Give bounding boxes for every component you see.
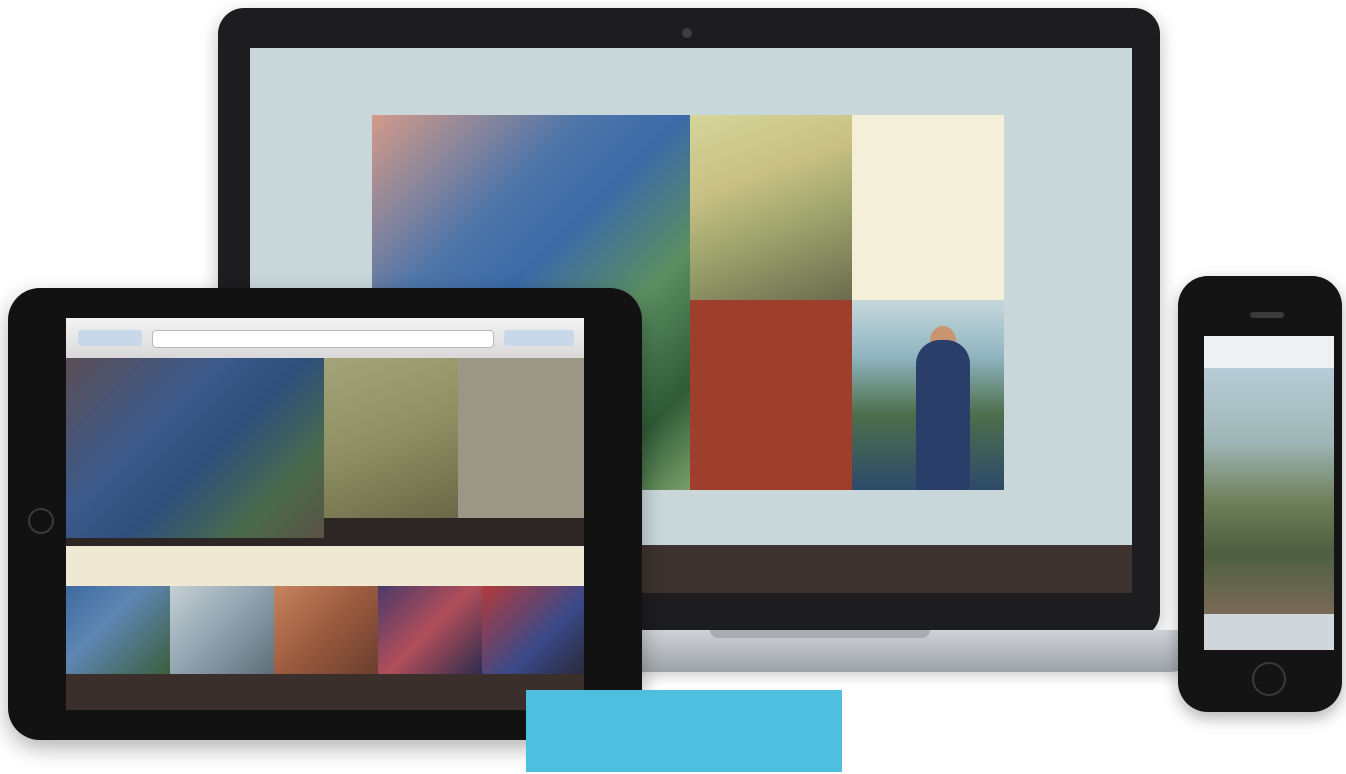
browser-toolbar: [66, 318, 584, 358]
person-image-tile[interactable]: [852, 300, 1004, 490]
strip-item[interactable]: [76, 554, 176, 578]
thumbnail-image[interactable]: [66, 586, 170, 674]
tablet-footer-bar: [66, 674, 584, 710]
thumbnail-image[interactable]: [274, 586, 378, 674]
url-field[interactable]: [152, 330, 494, 348]
back-forward-icon[interactable]: [78, 330, 142, 346]
home-button-icon: [1252, 662, 1286, 696]
garden-image-tile[interactable]: [690, 115, 852, 300]
phone-header: [1204, 336, 1334, 368]
strip-item[interactable]: [284, 554, 384, 578]
red-text-tile[interactable]: [690, 300, 852, 490]
cta-button[interactable]: [526, 690, 842, 772]
text-card-tile[interactable]: [458, 358, 584, 518]
person-figure: [916, 340, 970, 490]
garden-image-tile[interactable]: [324, 358, 458, 518]
landscape-image[interactable]: [1204, 368, 1334, 614]
speaker-icon: [1250, 312, 1284, 318]
laptop-base: [560, 630, 1200, 672]
camera-icon: [682, 28, 692, 38]
article-strip: [66, 546, 584, 586]
laptop-notch: [710, 630, 930, 638]
flowers-image-tile[interactable]: [66, 358, 324, 538]
thumbnail-image[interactable]: [378, 586, 482, 674]
thumbnail-image[interactable]: [482, 586, 584, 674]
text-card-tile[interactable]: [852, 115, 1004, 300]
thumbnail-image[interactable]: [170, 586, 274, 674]
phone-footer: [1204, 614, 1334, 650]
tablet-screen: [66, 318, 584, 710]
thumbnail-row: [66, 586, 584, 674]
strip-item[interactable]: [388, 554, 488, 578]
browser-actions[interactable]: [504, 330, 574, 346]
strip-item[interactable]: [180, 554, 280, 578]
home-button-icon: [28, 508, 54, 534]
phone-screen: [1204, 336, 1334, 650]
strip-item[interactable]: [492, 554, 584, 578]
